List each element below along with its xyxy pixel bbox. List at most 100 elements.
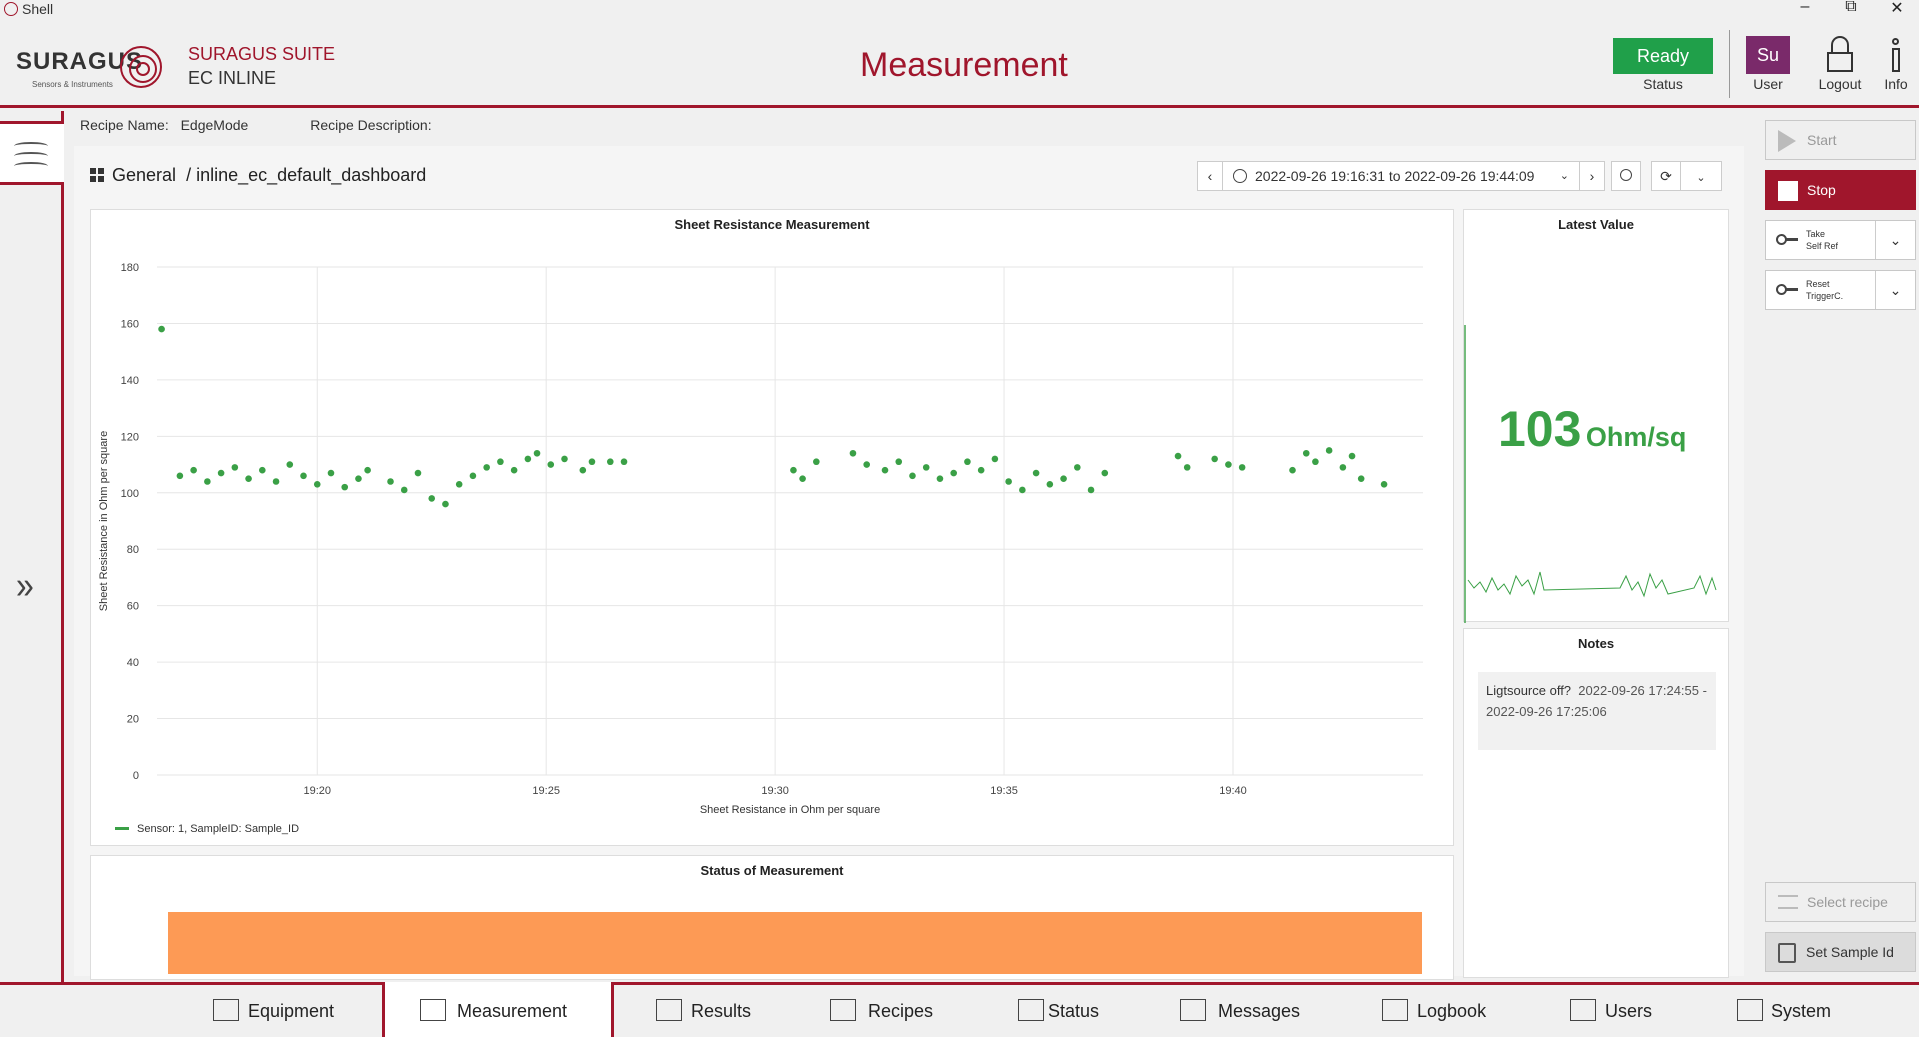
status-ready-button[interactable]: Ready [1613, 38, 1713, 74]
y-axis-label: Sheet Resistance in Ohm per square [98, 431, 110, 611]
nav-label: Measurement [457, 1001, 568, 1021]
data-point [1302, 449, 1310, 457]
note-card[interactable]: Ligtsource off? 2022-09-26 17:24:55 - 20… [1478, 672, 1716, 750]
results-icon [656, 999, 682, 1021]
measurement-view-tab[interactable] [0, 121, 64, 185]
left-sidebar: » [0, 111, 64, 985]
data-point [469, 472, 477, 480]
data-point [259, 466, 266, 474]
data-point [400, 486, 408, 494]
minimize-button[interactable]: – [1790, 0, 1820, 16]
recipe-name-label: Recipe Name: [80, 117, 169, 133]
data-point [524, 455, 532, 463]
clock-icon [1233, 169, 1247, 183]
data-point [1289, 466, 1296, 474]
data-point [341, 483, 349, 491]
nav-label: Status [1048, 1001, 1100, 1021]
data-point [190, 466, 197, 474]
data-point [579, 466, 587, 474]
dashboard-breadcrumb[interactable]: General / inline_ec_default_dashboard [90, 165, 426, 186]
reset-trigger-button[interactable]: Reset TriggerC. ⌄ [1765, 270, 1916, 310]
take-self-ref-dropdown[interactable]: ⌄ [1875, 221, 1915, 259]
expand-sidebar-icon[interactable]: » [16, 563, 34, 607]
recipe-description-label: Recipe Description: [310, 117, 432, 133]
data-point [863, 461, 870, 468]
measurement-status-bar [168, 912, 1422, 974]
data-point [387, 478, 394, 485]
chevron-down-icon: ⌄ [1696, 172, 1706, 184]
select-recipe-button[interactable]: Select recipe [1765, 882, 1916, 922]
logout-lock-icon[interactable] [1825, 36, 1855, 74]
data-point [1339, 464, 1347, 471]
data-point [364, 466, 371, 474]
data-point [176, 472, 184, 480]
start-button[interactable]: Start [1765, 120, 1916, 160]
refresh-button[interactable]: ⟳ [1651, 161, 1681, 191]
sheet-resistance-panel: Sheet Resistance Measurement 0 20 40 60 80 10… [90, 209, 1454, 846]
time-range-picker[interactable]: 2022-09-26 19:16:31 to 2022-09-26 19:44:… [1222, 161, 1580, 191]
user-avatar[interactable]: Su [1746, 36, 1790, 74]
data-point [455, 481, 463, 488]
refresh-interval-dropdown[interactable]: ⌄ [1680, 161, 1722, 191]
reset-trigger-dropdown[interactable]: ⌄ [1875, 271, 1915, 309]
sheet-resistance-chart: 0 20 40 60 80 100 120 140 160 180 19:20 19:25 19:30 1… [98, 262, 1423, 835]
dashboard-folder[interactable]: General [112, 165, 176, 185]
data-point [1074, 464, 1081, 471]
x-tick-label: 19:30 [761, 785, 789, 797]
stop-button[interactable]: Stop [1765, 170, 1916, 210]
x-axis-label: Sheet Resistance in Ohm per square [700, 804, 880, 816]
data-point [936, 475, 944, 482]
data-point [977, 466, 985, 474]
key-icon [1776, 282, 1798, 298]
zoom-out-button[interactable] [1611, 161, 1641, 191]
info-label[interactable]: Info [1880, 76, 1912, 92]
info-icon[interactable] [1889, 38, 1903, 74]
data-point [991, 455, 999, 463]
status-icon [1018, 999, 1044, 1021]
latest-value-unit: Ohm/sq [1585, 422, 1687, 452]
take-self-ref-label: Take Self Ref [1806, 229, 1839, 251]
restore-button[interactable]: ⧉ [1836, 0, 1866, 16]
data-point [231, 464, 239, 471]
y-tick-label: 140 [121, 375, 139, 387]
data-point [799, 475, 806, 482]
data-point [1357, 475, 1365, 482]
dashboard-name[interactable]: inline_ec_default_dashboard [196, 165, 426, 185]
page-title: Measurement [860, 46, 1068, 84]
data-point [547, 461, 555, 468]
data-point [217, 469, 225, 477]
take-self-ref-button[interactable]: Take Self Ref ⌄ [1765, 220, 1916, 260]
time-forward-button[interactable]: › [1579, 161, 1605, 191]
logo-rings-icon [120, 46, 162, 88]
y-tick-label: 120 [121, 431, 139, 443]
data-point [1312, 458, 1319, 466]
y-tick-label: 20 [127, 714, 139, 726]
system-icon [1737, 999, 1763, 1021]
data-point [1101, 469, 1109, 477]
recipes-icon [830, 999, 856, 1021]
x-tick-label: 19:25 [532, 785, 560, 797]
set-sample-id-button[interactable]: Set Sample Id [1765, 932, 1916, 972]
start-label: Start [1807, 132, 1837, 148]
data-point [561, 455, 568, 463]
data-point [483, 464, 490, 471]
data-point [497, 458, 504, 466]
data-point [1380, 481, 1388, 488]
logout-label[interactable]: Logout [1812, 76, 1868, 92]
app-logo-icon [4, 2, 18, 16]
logbook-icon [1382, 999, 1408, 1021]
breadcrumb-separator: / [186, 165, 192, 185]
product-name: EC INLINE [188, 68, 277, 88]
suite-name: SURAGUS SUITE [188, 44, 336, 64]
y-tick-label: 0 [133, 770, 139, 782]
time-back-button[interactable]: ‹ [1197, 161, 1223, 191]
data-point [286, 461, 294, 468]
y-tick-label: 160 [121, 318, 139, 330]
y-tick-label: 100 [121, 488, 139, 500]
close-button[interactable]: ✕ [1882, 0, 1912, 17]
data-point [790, 466, 797, 474]
data-point [533, 449, 541, 457]
status-label: Status [1643, 76, 1683, 92]
user-label: User [1753, 76, 1783, 92]
select-recipe-icon [1778, 895, 1798, 909]
